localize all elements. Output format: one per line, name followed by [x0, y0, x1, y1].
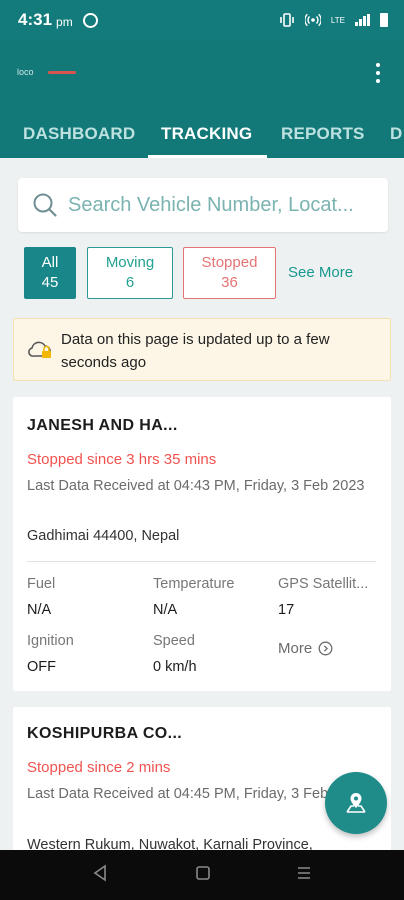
chevron-right-circle-icon	[318, 641, 333, 656]
status-ampm: pm	[56, 15, 73, 29]
fuel-label: Fuel	[27, 576, 56, 592]
tab-reports[interactable]: REPORTS	[281, 116, 365, 158]
search-input[interactable]: Search Vehicle Number, Locat...	[18, 178, 388, 232]
more-label: More	[278, 640, 313, 657]
temperature-value: N/A	[153, 602, 178, 618]
recents-icon[interactable]	[296, 864, 312, 882]
filter-all-label: All	[41, 254, 59, 271]
tab-tracking[interactable]: TRACKING	[161, 116, 252, 158]
speed-value: 0 km/h	[153, 659, 197, 675]
update-notice-text: Data on this page is updated up to a few…	[61, 331, 330, 371]
map-pin-icon	[346, 793, 366, 813]
hotspot-icon	[304, 13, 321, 27]
cloud-lock-icon	[28, 341, 51, 358]
gps-satellites-label: GPS Satellit...	[278, 576, 369, 592]
tab-dashboard[interactable]: DASHBOARD	[23, 116, 135, 158]
vehicle-name: JANESH AND HA...	[27, 417, 178, 434]
filter-moving-label: Moving	[105, 254, 155, 271]
temperature-label: Temperature	[153, 576, 235, 592]
back-icon[interactable]	[92, 864, 108, 882]
fuel-value: N/A	[27, 602, 52, 618]
update-notice-banner: Data on this page is updated up to a few…	[13, 318, 391, 381]
last-data-received: Last Data Received at 04:45 PM, Friday, …	[27, 786, 365, 802]
search-placeholder: Search Vehicle Number, Locat...	[68, 193, 354, 216]
gps-satellites-value: 17	[278, 602, 295, 618]
overflow-menu-icon[interactable]	[368, 61, 388, 85]
network-type: LTE	[330, 15, 345, 25]
more-button[interactable]: More	[278, 640, 333, 657]
tab-next[interactable]: D	[390, 116, 402, 158]
vehicle-name: KOSHIPURBA CO...	[27, 725, 183, 742]
filter-stopped-button[interactable]: Stopped 36	[183, 247, 276, 299]
vehicle-status: Stopped since 2 mins	[27, 759, 171, 776]
vehicle-status: Stopped since 3 hrs 35 mins	[27, 451, 217, 468]
status-icons: LTE	[279, 12, 388, 28]
system-navigation-bar	[0, 850, 404, 900]
card-divider	[27, 561, 376, 562]
whatsapp-notification-icon	[82, 12, 98, 28]
filter-stopped-count: 36	[221, 274, 238, 291]
vehicle-card[interactable]: JANESH AND HA... Stopped since 3 hrs 35 …	[13, 397, 391, 691]
ignition-label: Ignition	[27, 633, 74, 649]
search-icon	[33, 193, 57, 217]
see-more-link[interactable]: See More	[288, 264, 353, 281]
app-logo: loco	[17, 67, 76, 77]
status-time: 4:31	[18, 10, 53, 29]
filter-stopped-label: Stopped	[201, 254, 258, 271]
last-data-received: Last Data Received at 04:43 PM, Friday, …	[27, 478, 365, 494]
filter-all-button[interactable]: All 45	[24, 247, 76, 299]
ignition-value: OFF	[27, 659, 56, 675]
filter-all-count: 45	[41, 274, 59, 291]
vehicle-location: Gadhimai 44400, Nepal	[27, 528, 180, 544]
home-icon[interactable]	[195, 864, 211, 882]
battery-icon	[380, 13, 388, 27]
logo-text: loco	[17, 67, 34, 77]
signal-icon	[355, 14, 370, 26]
vibrate-icon	[280, 13, 294, 27]
filter-moving-count: 6	[125, 274, 135, 291]
filter-moving-button[interactable]: Moving 6	[87, 247, 173, 299]
map-view-fab[interactable]	[325, 772, 387, 834]
status-bar: 4:31 pm LTE	[0, 0, 404, 40]
tab-bar: DASHBOARD TRACKING REPORTS D	[0, 116, 404, 158]
speed-label: Speed	[153, 633, 195, 649]
logo-mark	[47, 70, 76, 74]
